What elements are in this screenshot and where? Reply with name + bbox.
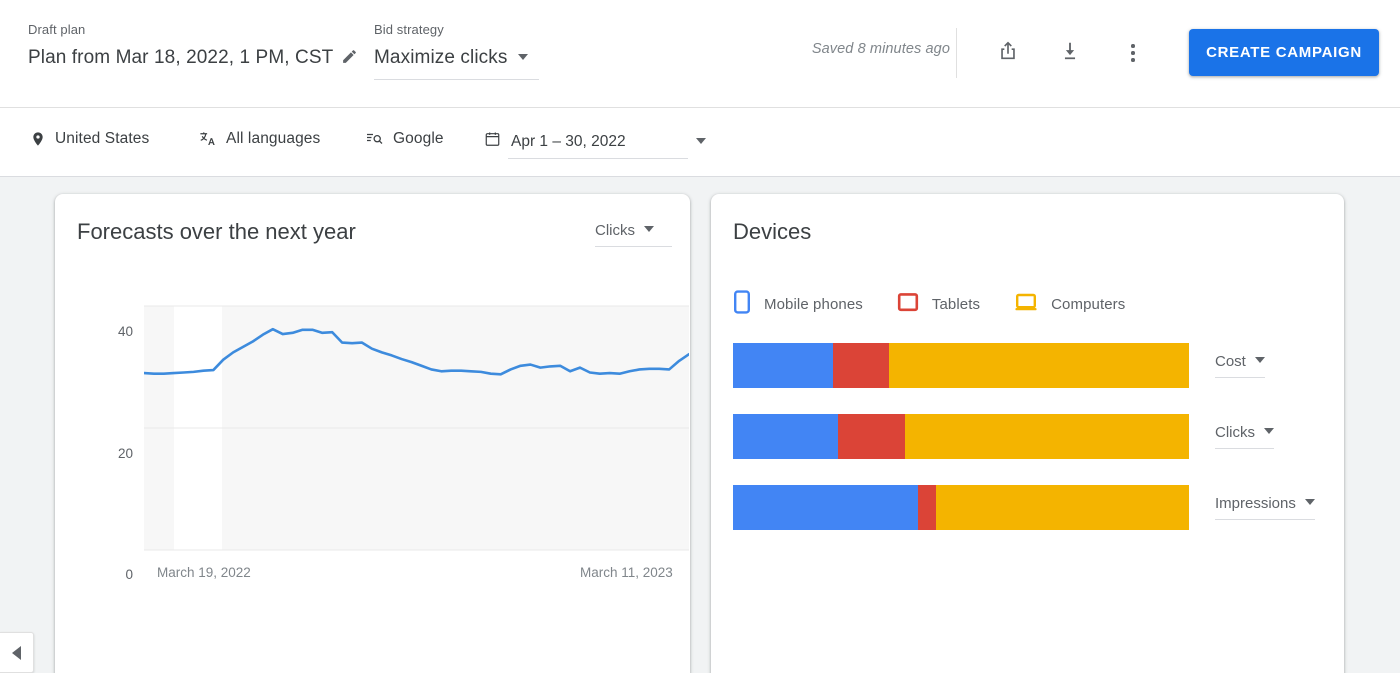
forecast-card: Forecasts over the next year Clicks 40 2…: [55, 194, 690, 673]
draft-plan-label: Draft plan: [28, 22, 86, 37]
forecast-metric-dropdown[interactable]: Clicks: [595, 222, 672, 247]
bid-strategy-dropdown[interactable]: Maximize clicks: [374, 45, 539, 80]
bar-segment-mobile: [733, 485, 918, 530]
date-underline: [508, 158, 688, 159]
devices-legend: Mobile phones Tablets Computers: [733, 290, 1159, 319]
stacked-bar: [733, 485, 1189, 530]
bid-strategy-value: Maximize clicks: [374, 47, 508, 68]
header-divider: [956, 28, 957, 78]
sidebar-collapse-button[interactable]: [0, 632, 34, 673]
x-tick-end: March 11, 2023: [580, 565, 673, 580]
legend-label-mobile: Mobile phones: [764, 296, 863, 313]
mobile-phone-icon: [733, 290, 751, 319]
filter-location-label: United States: [55, 130, 150, 147]
forecast-line-chart: 40 20 0 March 19, 2022 March 11, 2023: [55, 294, 690, 594]
device-metric-dropdown[interactable]: Clicks: [1215, 424, 1274, 449]
filter-location[interactable]: United States: [30, 130, 149, 148]
filter-network-label: Google: [393, 130, 444, 147]
forecast-chart-svg: [144, 305, 689, 551]
y-tick-20: 20: [117, 446, 133, 461]
download-button[interactable]: [1053, 36, 1087, 70]
chevron-down-icon: [695, 137, 706, 144]
saved-status: Saved 8 minutes ago: [811, 41, 950, 57]
bar-segment-computer: [888, 343, 1189, 388]
devices-card: Devices Mobile phones Tablets Computers …: [711, 194, 1344, 673]
device-metric-select[interactable]: Clicks: [1215, 424, 1274, 449]
device-metric-label: Cost: [1215, 353, 1246, 370]
bid-strategy-field: Bid strategy Maximize clicks: [374, 22, 539, 80]
filter-network[interactable]: Google: [365, 130, 444, 148]
legend-label-tablets: Tablets: [931, 296, 981, 313]
tablet-icon: [897, 290, 919, 319]
location-pin-icon: [30, 130, 46, 148]
legend-item-tablets[interactable]: Tablets: [897, 290, 980, 319]
device-metric-label: Clicks: [1215, 424, 1255, 441]
device-bar-row: Cost: [733, 343, 1265, 388]
filter-date-label: Apr 1 – 30, 2022: [511, 132, 626, 150]
chevron-down-icon: [644, 226, 654, 232]
share-button[interactable]: [991, 36, 1025, 70]
pencil-icon[interactable]: [341, 48, 358, 65]
device-bar-row: Clicks: [733, 414, 1274, 459]
bar-segment-tablet: [833, 343, 889, 388]
more-vert-icon: [1131, 44, 1135, 62]
chevron-down-icon: [1304, 499, 1315, 505]
translate-icon: [198, 130, 217, 148]
bar-segment-mobile: [733, 343, 834, 388]
device-metric-dropdown[interactable]: Cost: [1215, 353, 1265, 378]
chevron-down-icon: [1264, 428, 1274, 434]
page-header: Draft plan Plan from Mar 18, 2022, 1 PM,…: [0, 0, 1400, 108]
content-area: Forecasts over the next year Clicks 40 2…: [0, 177, 1400, 673]
ads-forecast-page: Draft plan Plan from Mar 18, 2022, 1 PM,…: [0, 0, 1400, 673]
filter-language-label: All languages: [226, 130, 321, 147]
more-options-button[interactable]: [1116, 36, 1150, 70]
device-metric-select[interactable]: Cost: [1215, 353, 1265, 378]
legend-item-computers[interactable]: Computers: [1014, 290, 1125, 319]
share-icon: [997, 40, 1019, 67]
search-network-icon: [365, 130, 384, 148]
forecast-metric-value: Clicks: [595, 222, 635, 239]
left-rail: [0, 354, 34, 673]
bid-strategy-label: Bid strategy: [374, 22, 444, 37]
device-metric-label: Impressions: [1215, 495, 1296, 512]
device-metric-select[interactable]: Impressions: [1215, 495, 1315, 520]
computer-icon: [1014, 290, 1038, 319]
bar-segment-tablet: [837, 414, 906, 459]
y-tick-0: 0: [125, 567, 133, 582]
filter-language[interactable]: All languages: [198, 130, 320, 148]
chevron-left-icon: [12, 645, 21, 660]
chevron-down-icon: [518, 54, 529, 60]
bar-segment-tablet: [917, 485, 936, 530]
devices-card-title: Devices: [733, 219, 812, 244]
forecast-card-title: Forecasts over the next year: [77, 219, 356, 244]
bar-segment-computer: [905, 414, 1189, 459]
legend-label-computers: Computers: [1051, 296, 1126, 313]
stacked-bar: [733, 414, 1189, 459]
x-tick-start: March 19, 2022: [157, 565, 251, 580]
legend-item-mobile[interactable]: Mobile phones: [733, 290, 863, 319]
bar-segment-mobile: [733, 414, 838, 459]
create-campaign-button[interactable]: CREATE CAMPAIGN: [1189, 29, 1379, 76]
device-metric-dropdown[interactable]: Impressions: [1215, 495, 1315, 520]
filter-bar: United States All languages Google Apr 1…: [0, 108, 1400, 177]
calendar-icon: [484, 130, 501, 153]
filter-date-range[interactable]: Apr 1 – 30, 2022: [484, 130, 706, 153]
draft-plan-field: Draft plan Plan from Mar 18, 2022, 1 PM,…: [28, 22, 358, 71]
device-bar-row: Impressions: [733, 485, 1315, 530]
chevron-down-icon: [1254, 357, 1265, 363]
stacked-bar: [733, 343, 1189, 388]
plan-name: Plan from Mar 18, 2022, 1 PM, CST: [28, 47, 334, 68]
download-icon: [1059, 40, 1081, 67]
bar-segment-computer: [935, 485, 1189, 530]
y-tick-40: 40: [117, 324, 133, 339]
